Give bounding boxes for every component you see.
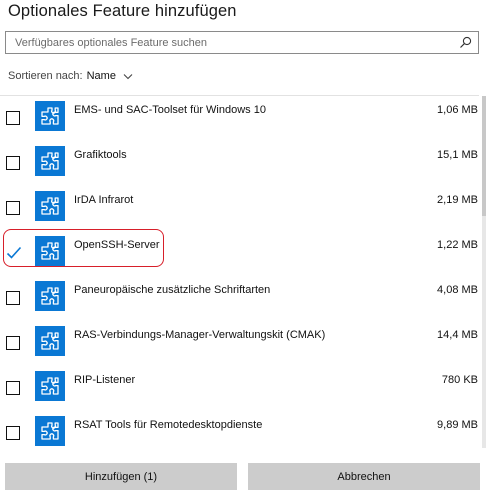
list-item[interactable]: IrDA Infrarot 2,19 MB — [0, 186, 479, 231]
feature-name: RAS-Verbindungs-Manager-Verwaltungskit (… — [74, 329, 326, 341]
list-item[interactable]: RAS-Verbindungs-Manager-Verwaltungskit (… — [0, 321, 479, 366]
sort-value[interactable]: Name — [87, 70, 116, 82]
list-item[interactable]: EMS- und SAC-Toolset für Windows 10 1,06 … — [0, 96, 479, 141]
search-box[interactable] — [5, 31, 479, 54]
feature-checkbox[interactable] — [6, 381, 20, 395]
feature-checkbox[interactable] — [6, 111, 20, 125]
search-input[interactable] — [6, 32, 446, 53]
feature-name: RIP-Listener — [74, 374, 136, 386]
feature-checkbox[interactable] — [6, 156, 20, 170]
feature-size: 1,22 MB — [437, 239, 478, 251]
scrollbar[interactable] — [482, 96, 486, 448]
puzzle-icon — [35, 326, 65, 356]
puzzle-icon — [35, 146, 65, 176]
feature-size: 1,06 MB — [437, 104, 478, 116]
add-button[interactable]: Hinzufügen (1) — [5, 463, 237, 490]
puzzle-icon — [35, 416, 65, 446]
feature-size: 14,4 MB — [437, 329, 478, 341]
cancel-button[interactable]: Abbrechen — [248, 463, 480, 490]
feature-size: 9,89 MB — [437, 419, 478, 431]
dialog-title: Optionales Feature hinzufügen — [8, 2, 237, 20]
feature-checkbox[interactable] — [6, 246, 22, 260]
feature-name: OpenSSH-Server — [74, 239, 160, 251]
feature-name: Grafiktools — [74, 149, 127, 161]
feature-size: 4,08 MB — [437, 284, 478, 296]
feature-checkbox[interactable] — [6, 291, 20, 305]
puzzle-icon — [35, 101, 65, 131]
feature-name: RSAT Tools für Remotedesktopdienste — [74, 419, 263, 431]
sort-control[interactable]: Sortieren nach: Name — [8, 70, 133, 82]
feature-name: IrDA Infrarot — [74, 194, 134, 206]
feature-size: 780 KB — [441, 374, 478, 386]
list-item[interactable]: Paneuropäische zusätzliche Schriftarten 4… — [0, 276, 479, 321]
feature-name: EMS- und SAC-Toolset für Windows 10 — [74, 104, 266, 116]
list-item[interactable]: RSAT Tools für Remotedesktopdienste 9,89 … — [0, 411, 479, 450]
chevron-down-icon[interactable] — [123, 73, 133, 80]
search-icon[interactable] — [459, 36, 472, 49]
puzzle-icon — [35, 371, 65, 401]
scrollbar-thumb[interactable] — [482, 96, 486, 216]
list-item[interactable]: RIP-Listener 780 KB — [0, 366, 479, 411]
dialog-footer: Hinzufügen (1) Abbrechen — [5, 463, 480, 490]
feature-size: 15,1 MB — [437, 149, 478, 161]
sort-label: Sortieren nach: — [8, 70, 83, 82]
feature-name: Paneuropäische zusätzliche Schriftarten — [74, 284, 271, 296]
feature-size: 2,19 MB — [437, 194, 478, 206]
feature-checkbox[interactable] — [6, 426, 20, 440]
feature-checkbox[interactable] — [6, 336, 20, 350]
list-item[interactable]: Grafiktools 15,1 MB — [0, 141, 479, 186]
puzzle-icon — [35, 281, 65, 311]
puzzle-icon — [35, 236, 65, 266]
puzzle-icon — [35, 191, 65, 221]
feature-list: EMS- und SAC-Toolset für Windows 10 1,06 … — [0, 95, 479, 450]
feature-checkbox[interactable] — [6, 201, 20, 215]
list-item[interactable]: OpenSSH-Server 1,22 MB — [0, 229, 479, 276]
